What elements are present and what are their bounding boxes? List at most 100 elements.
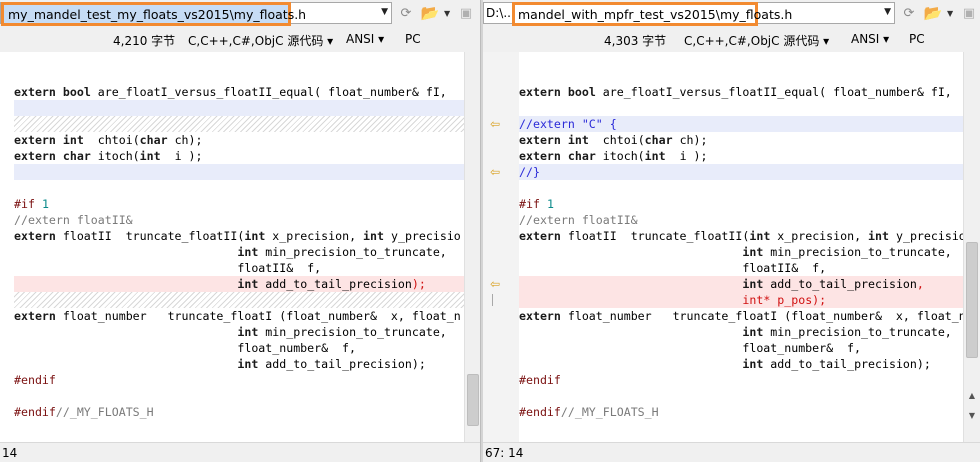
code-line[interactable] (14, 68, 464, 84)
language-label: C,C++,C#,ObjC 源代码 (684, 34, 820, 48)
chevron-down-icon[interactable]: ▼ (947, 9, 955, 18)
left-file-info: 4,210 字节 C,C++,C#,ObjC 源代码 ▾ ANSI ▾ PC (0, 28, 480, 50)
code-line[interactable]: extern int chtoi(char ch); (519, 132, 963, 148)
scroll-down-icon[interactable]: ▼ (964, 408, 980, 424)
cursor-position: 67: 14 (485, 446, 524, 460)
code-line[interactable]: #if 1 (14, 196, 464, 212)
save-icon[interactable]: ▣ (959, 3, 979, 23)
refresh-icon[interactable]: ⟳ (899, 3, 919, 23)
right-path-text[interactable]: mandel_with_mpfr_test_vs2015\my_floats.h (512, 2, 792, 26)
right-toolbar: ⟳ 📂 ▼ ▣ (899, 2, 979, 24)
chevron-down-icon[interactable]: ▼ (444, 9, 452, 18)
encoding-selector[interactable]: ANSI ▾ (851, 32, 889, 46)
code-line[interactable]: extern floatII truncate_floatII(int x_pr… (519, 228, 963, 244)
code-line[interactable] (14, 164, 464, 180)
left-status-bar: 14 (0, 442, 480, 462)
file-size: 4,210 字节 (113, 34, 176, 48)
left-toolbar: ⟳ 📂 ▼ ▣ (396, 2, 476, 24)
code-line[interactable]: #endif (519, 372, 963, 388)
code-line[interactable] (14, 388, 464, 404)
code-line[interactable] (14, 292, 464, 308)
scrollbar-thumb[interactable] (966, 242, 978, 358)
code-line[interactable] (519, 52, 963, 68)
right-code-editor[interactable]: ⇦ ⇦ ⇦ extern bool are_floatI_versus_floatI… (483, 52, 963, 442)
code-line[interactable]: int add_to_tail_precision); (519, 356, 963, 372)
save-icon[interactable]: ▣ (456, 3, 476, 23)
code-line[interactable]: int add_to_tail_precision, (519, 276, 963, 292)
left-path-combobox[interactable]: my_mandel_test_my_floats_vs2015\my_float… (0, 2, 392, 26)
code-line[interactable]: float_number& f, (14, 340, 464, 356)
right-path-bar: D:\... mandel_with_mpfr_test_vs2015\my_f… (483, 0, 980, 26)
code-line[interactable]: int add_to_tail_precision); (14, 356, 464, 372)
line-endings[interactable]: PC (909, 32, 925, 46)
right-vertical-scrollbar[interactable]: ▲ ▼ (963, 52, 979, 442)
folder-open-icon[interactable]: 📂 (923, 3, 943, 23)
code-line[interactable]: int* p_pos); (519, 292, 963, 308)
language-label: C,C++,C#,ObjC 源代码 (188, 34, 324, 48)
right-path-prefix: D:\... (486, 6, 515, 20)
right-status-bar: 67: 14 (483, 442, 980, 462)
code-line[interactable]: #endif//_MY_FLOATS_H (14, 404, 464, 420)
code-line[interactable]: int min_precision_to_truncate, (519, 324, 963, 340)
language-selector[interactable]: C,C++,C#,ObjC 源代码 ▾ (684, 32, 829, 49)
code-line[interactable]: extern floatII truncate_floatII(int x_pr… (14, 228, 464, 244)
arrow-left-icon[interactable]: ⇦ (487, 276, 503, 292)
code-line[interactable]: int min_precision_to_truncate, (14, 244, 464, 260)
code-line[interactable]: #if 1 (519, 196, 963, 212)
chevron-down-icon[interactable]: ▼ (884, 7, 891, 17)
file-size: 4,303 字节 (604, 34, 667, 48)
code-line[interactable]: #endif//_MY_FLOATS_H (519, 404, 963, 420)
right-path-combobox[interactable]: D:\... mandel_with_mpfr_test_vs2015\my_f… (483, 2, 895, 26)
code-line[interactable] (519, 388, 963, 404)
code-line[interactable]: float_number& f, (519, 340, 963, 356)
right-file-pane: D:\... mandel_with_mpfr_test_vs2015\my_f… (483, 0, 980, 462)
language-selector[interactable]: C,C++,C#,ObjC 源代码 ▾ (188, 32, 333, 49)
code-line[interactable] (14, 116, 464, 132)
folder-open-icon[interactable]: 📂 (420, 3, 440, 23)
code-line[interactable] (519, 420, 963, 436)
code-line[interactable]: extern float_number truncate_floatI (flo… (519, 308, 963, 324)
code-line[interactable] (14, 180, 464, 196)
encoding-label: ANSI (851, 32, 880, 46)
code-line[interactable]: floatII& f, (14, 260, 464, 276)
code-line[interactable]: #endif (14, 372, 464, 388)
code-line[interactable]: floatII& f, (519, 260, 963, 276)
code-line[interactable]: //extern "C" { (519, 116, 963, 132)
encoding-label: ANSI (346, 32, 375, 46)
code-line[interactable]: extern int chtoi(char ch); (14, 132, 464, 148)
code-line[interactable]: extern bool are_floatI_versus_floatII_eq… (14, 84, 464, 100)
cursor-position: 14 (2, 446, 18, 460)
scroll-up-icon[interactable]: ▲ (964, 388, 980, 404)
left-file-pane: my_mandel_test_my_floats_vs2015\my_float… (0, 0, 480, 462)
arrow-left-icon[interactable]: ⇦ (487, 116, 503, 132)
arrow-left-icon[interactable]: ⇦ (487, 164, 503, 180)
code-line[interactable]: int min_precision_to_truncate, (519, 244, 963, 260)
code-line[interactable] (14, 52, 464, 68)
code-line[interactable]: extern char itoch(int i ); (14, 148, 464, 164)
left-path-text[interactable]: my_mandel_test_my_floats_vs2015\my_float… (1, 2, 306, 26)
left-code-editor[interactable]: extern bool are_floatI_versus_floatII_eq… (0, 52, 464, 442)
code-line[interactable] (14, 100, 464, 116)
code-line[interactable]: //extern floatII& (519, 212, 963, 228)
left-vertical-scrollbar[interactable] (464, 52, 480, 442)
left-path-bar: my_mandel_test_my_floats_vs2015\my_float… (0, 0, 480, 26)
line-endings[interactable]: PC (405, 32, 421, 46)
code-line[interactable]: int add_to_tail_precision); (14, 276, 464, 292)
code-line[interactable]: extern float_number truncate_floatI (flo… (14, 308, 464, 324)
encoding-selector[interactable]: ANSI ▾ (346, 32, 384, 46)
refresh-icon[interactable]: ⟳ (396, 3, 416, 23)
diff-bracket (492, 294, 493, 306)
chevron-down-icon[interactable]: ▼ (381, 7, 388, 17)
code-line[interactable]: //} (519, 164, 963, 180)
code-line[interactable] (519, 100, 963, 116)
code-line[interactable]: extern char itoch(int i ); (519, 148, 963, 164)
code-line[interactable] (14, 420, 464, 436)
right-gutter: ⇦ ⇦ ⇦ (483, 52, 519, 442)
scrollbar-thumb[interactable] (467, 374, 479, 426)
code-line[interactable] (519, 68, 963, 84)
code-line[interactable]: //extern floatII& (14, 212, 464, 228)
code-line[interactable] (519, 180, 963, 196)
right-file-info: 4,303 字节 C,C++,C#,ObjC 源代码 ▾ ANSI ▾ PC (483, 28, 980, 50)
code-line[interactable]: extern bool are_floatI_versus_floatII_eq… (519, 84, 963, 100)
code-line[interactable]: int min_precision_to_truncate, (14, 324, 464, 340)
